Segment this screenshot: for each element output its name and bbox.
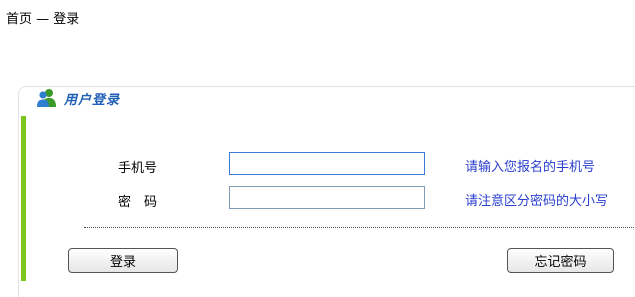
password-label: 密 码 [118, 195, 158, 210]
forgot-password-button[interactable]: 忘记密码 [507, 248, 614, 273]
password-hint: 请注意区分密码的大小写 [465, 194, 609, 209]
panel-accent-bar [21, 116, 26, 281]
breadcrumb: 首页 — 登录 [6, 12, 80, 27]
login-button[interactable]: 登录 [68, 248, 178, 273]
form-divider [84, 227, 635, 228]
phone-input[interactable] [229, 152, 425, 175]
phone-hint: 请输入您报名的手机号 [465, 160, 596, 175]
panel-title: 用户登录 [64, 92, 121, 108]
panel-header: 用户登录 [36, 88, 120, 108]
phone-label: 手机号 [118, 161, 158, 176]
password-input[interactable] [229, 186, 425, 209]
users-icon [37, 89, 56, 107]
